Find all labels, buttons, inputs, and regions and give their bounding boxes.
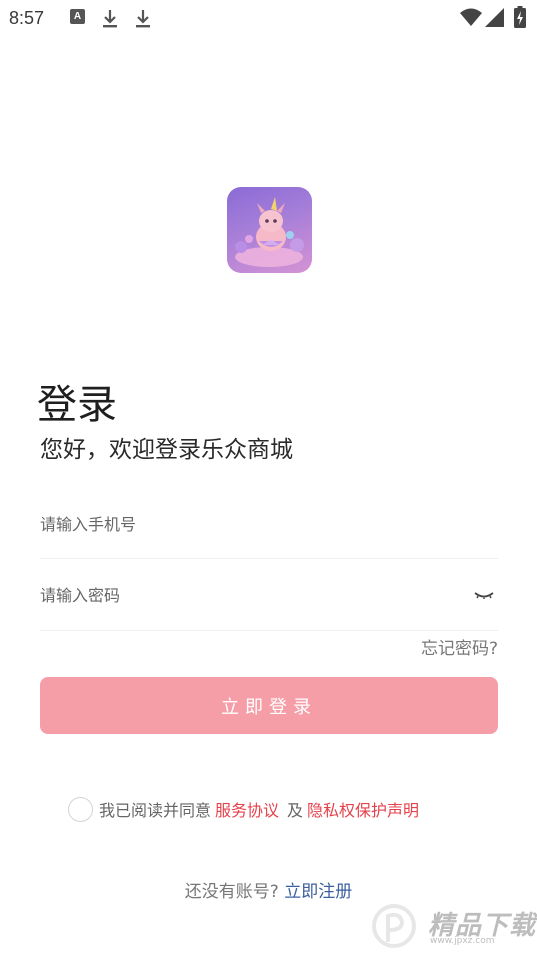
signal-icon (485, 8, 504, 27)
page-title: 登录 (37, 382, 117, 428)
eye-closed-icon[interactable] (472, 586, 496, 602)
status-time: 8:57 (9, 8, 45, 28)
wifi-icon (460, 8, 482, 26)
service-agreement-link[interactable]: 服务协议 (215, 797, 279, 821)
agreement-row: 我已阅读并同意 服务协议 及 隐私权保护声明 (68, 796, 423, 822)
download-icon (103, 10, 117, 28)
unicorn-logo-icon (235, 197, 304, 267)
a-notification-icon: A (70, 9, 85, 24)
battery-charging-icon (514, 6, 526, 28)
agreement-checkbox[interactable] (68, 796, 93, 822)
download-icon (136, 10, 150, 28)
password-field (40, 566, 498, 631)
login-button[interactable]: 立即登录 (40, 677, 498, 734)
forgot-password-link[interactable]: 忘记密码? (421, 634, 498, 659)
agreement-text: 我已阅读并同意 (99, 801, 212, 820)
password-input[interactable] (40, 566, 440, 622)
page-subtitle: 您好，欢迎登录乐众商城 (40, 437, 293, 463)
app-logo (227, 187, 312, 273)
register-prompt: 还没有账号? (184, 882, 279, 902)
watermark-url: www.jpxz.com (430, 936, 495, 946)
privacy-policy-link[interactable]: 隐私权保护声明 (307, 797, 419, 821)
phone-field (40, 495, 498, 559)
phone-input[interactable] (40, 495, 440, 551)
status-bar: 8:57 A (0, 0, 537, 36)
agreement-and-text: 及 (287, 801, 304, 820)
register-link[interactable]: 立即注册 (284, 882, 352, 902)
